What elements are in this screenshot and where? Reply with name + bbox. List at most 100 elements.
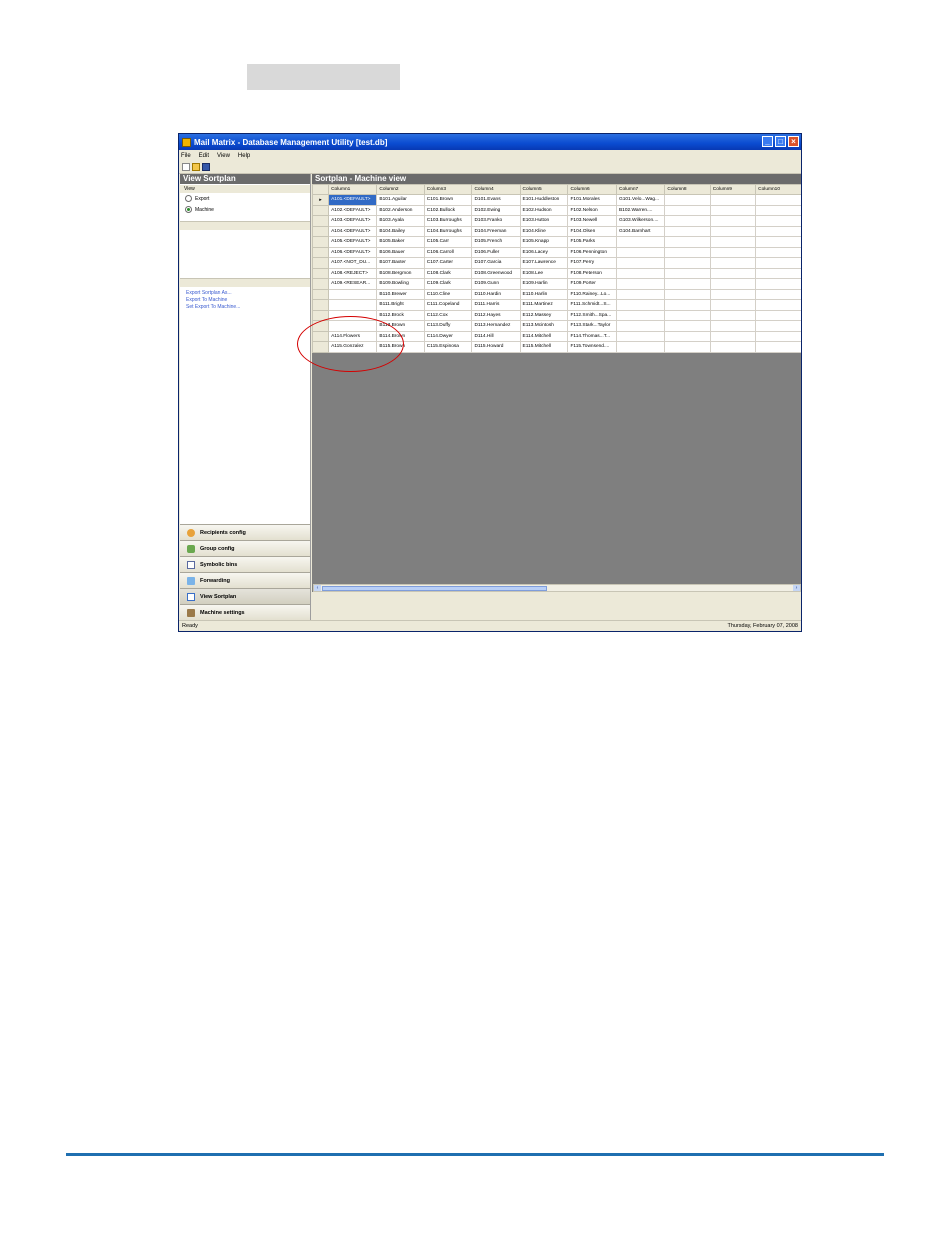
table-row[interactable]: A105.<DEFAULT> B105.Baker C105.Carr D105.Fr… <box>311 236 801 248</box>
table-cell[interactable]: F110.Rainey...Lo... <box>567 288 617 300</box>
table-cell[interactable]: F104.Olsen <box>567 225 617 237</box>
table-row[interactable]: A108.<REJECT> B108.Bergmon C108.Clark D108.… <box>311 267 801 279</box>
row-header[interactable] <box>311 236 330 248</box>
table-cell[interactable] <box>664 288 711 300</box>
table-cell[interactable]: B107.Baxter <box>376 257 425 269</box>
table-cell[interactable]: F107.Perry <box>567 257 617 269</box>
table-cell[interactable]: B103.Ayala <box>376 215 425 227</box>
minimize-icon[interactable]: _ <box>762 136 773 147</box>
table-cell[interactable] <box>615 341 666 353</box>
table-cell[interactable]: C110.Cline <box>423 288 473 300</box>
table-cell[interactable] <box>615 330 666 342</box>
table-row[interactable]: B110.Brewer C110.Cline D110.Hardin E110.Har… <box>311 288 801 300</box>
nav-group-config[interactable]: Group config <box>180 540 310 556</box>
nav-recipients-config[interactable]: Recipients config <box>180 524 310 540</box>
table-cell[interactable]: F108.Peterson <box>567 267 617 279</box>
table-cell[interactable] <box>709 278 757 290</box>
nav-view-sortplan[interactable]: View Sortplan <box>180 588 310 604</box>
table-cell[interactable]: E110.Harlin <box>519 288 569 300</box>
new-file-icon[interactable] <box>182 163 190 171</box>
table-cell[interactable]: F109.Porter <box>567 278 617 290</box>
table-cell[interactable] <box>755 194 801 206</box>
table-cell[interactable] <box>664 246 711 258</box>
table-cell[interactable]: C102.Bullock <box>423 204 473 216</box>
table-cell[interactable]: D112.Hayes <box>471 309 521 321</box>
table-cell[interactable]: D103.Franko <box>471 215 521 227</box>
table-cell[interactable] <box>709 204 757 216</box>
table-cell[interactable] <box>755 204 801 216</box>
table-row[interactable]: A109.<RESEAR... B109.Bowling C109.Clark D10… <box>311 278 801 290</box>
row-header[interactable] <box>311 278 330 290</box>
table-row[interactable]: A103.<DEFAULT> B103.Ayala C103.Burroughs D1… <box>311 215 801 227</box>
table-cell[interactable] <box>755 257 801 269</box>
table-cell[interactable] <box>615 236 666 248</box>
table-cell[interactable] <box>664 236 711 248</box>
table-cell[interactable] <box>664 267 711 279</box>
scroll-left-icon[interactable]: ‹ <box>314 585 321 591</box>
table-cell[interactable]: C107.Carter <box>423 257 473 269</box>
table-row[interactable]: B111.Bright C111.Copeland D111.Harris E111.… <box>311 299 801 311</box>
table-cell[interactable]: D110.Hardin <box>471 288 521 300</box>
table-cell[interactable] <box>709 267 757 279</box>
table-cell[interactable] <box>709 194 757 206</box>
table-cell[interactable]: D101.Evans <box>471 194 521 206</box>
table-row[interactable]: ▸ A101.<DEFAULT> B101.Aguilar C101.Brown D10… <box>311 194 801 206</box>
column-header[interactable]: Column2 <box>376 184 425 195</box>
menu-edit[interactable]: Edit <box>199 153 209 159</box>
table-cell[interactable]: B105.Baker <box>376 236 425 248</box>
table-cell[interactable] <box>755 309 801 321</box>
table-cell[interactable] <box>615 257 666 269</box>
table-cell[interactable]: E106.Lacey <box>519 246 569 258</box>
table-cell[interactable]: A104.<DEFAULT> <box>328 225 378 237</box>
table-cell[interactable] <box>709 246 757 258</box>
table-cell[interactable] <box>664 309 711 321</box>
table-cell[interactable]: D105.French <box>471 236 521 248</box>
machine-radio[interactable]: Machine <box>180 204 310 215</box>
export-to-machine-link[interactable]: Export To Machine <box>186 297 310 304</box>
table-cell[interactable]: E105.Knapp <box>519 236 569 248</box>
column-header[interactable]: Column7 <box>615 184 666 195</box>
table-cell[interactable]: F113.Stark...Taylor <box>567 320 617 332</box>
column-header[interactable]: Column9 <box>709 184 757 195</box>
table-row[interactable]: A106.<DEFAULT> B106.Bauer C106.Carroll D106… <box>311 246 801 258</box>
horizontal-scrollbar[interactable]: ‹ › <box>313 584 801 592</box>
table-cell[interactable] <box>664 215 711 227</box>
table-cell[interactable] <box>664 320 711 332</box>
table-cell[interactable]: G104.Barnhart <box>615 225 666 237</box>
table-cell[interactable] <box>755 288 801 300</box>
open-folder-icon[interactable] <box>192 163 200 171</box>
table-cell[interactable]: C115.Espinosa <box>423 341 473 353</box>
table-cell[interactable]: F101.Morales <box>567 194 617 206</box>
table-cell[interactable] <box>328 288 378 300</box>
table-cell[interactable] <box>755 267 801 279</box>
table-cell[interactable]: F111.Schmidt...S... <box>567 299 617 311</box>
table-cell[interactable] <box>709 225 757 237</box>
table-cell[interactable]: E115.Mitchell <box>519 341 569 353</box>
table-cell[interactable]: C103.Burroughs <box>423 215 473 227</box>
table-cell[interactable]: B109.Bowling <box>376 278 425 290</box>
table-cell[interactable]: E111.Martinez <box>519 299 569 311</box>
table-cell[interactable]: F112.Smith...Spa... <box>567 309 617 321</box>
export-radio[interactable]: Export <box>180 193 310 204</box>
table-cell[interactable] <box>755 320 801 332</box>
current-row-arrow-icon[interactable]: ▸ <box>311 194 330 206</box>
table-cell[interactable]: C111.Copeland <box>423 299 473 311</box>
menu-help[interactable]: Help <box>238 153 250 159</box>
maximize-icon[interactable]: □ <box>775 136 786 147</box>
table-cell[interactable] <box>755 330 801 342</box>
table-cell[interactable] <box>664 204 711 216</box>
table-cell[interactable] <box>755 236 801 248</box>
table-cell[interactable]: F114.Thomas...T... <box>567 330 617 342</box>
table-cell[interactable] <box>664 330 711 342</box>
table-cell[interactable] <box>755 341 801 353</box>
table-cell[interactable] <box>709 288 757 300</box>
table-cell[interactable]: C108.Clark <box>423 267 473 279</box>
table-cell[interactable]: D107.Garcia <box>471 257 521 269</box>
table-cell[interactable]: A108.<REJECT> <box>328 267 378 279</box>
table-cell[interactable]: F103.Newell <box>567 215 617 227</box>
table-cell[interactable]: D113.Hernandez <box>471 320 521 332</box>
table-cell[interactable]: A106.<DEFAULT> <box>328 246 378 258</box>
table-cell[interactable]: B104.Bailey <box>376 225 425 237</box>
table-cell[interactable]: D115.Howard <box>471 341 521 353</box>
table-cell[interactable]: E114.Mitchell <box>519 330 569 342</box>
